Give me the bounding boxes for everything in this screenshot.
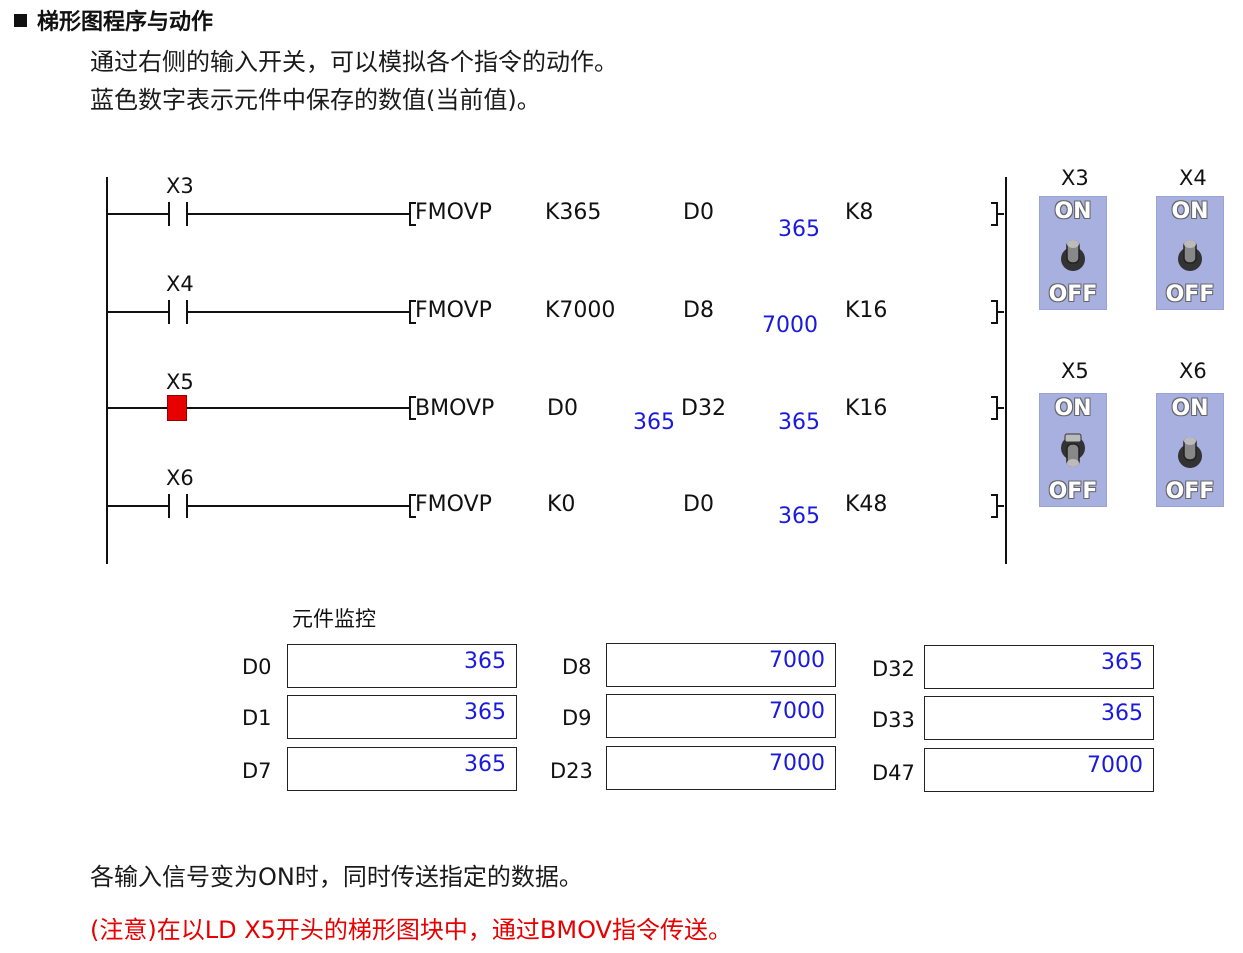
square-bullet-icon: [14, 14, 27, 27]
wire: [107, 311, 169, 313]
operand-2-value: 365: [778, 217, 820, 242]
operand-1-value: 365: [633, 410, 675, 435]
instruction-bracket-right: [991, 300, 1004, 324]
operand-2: D32: [681, 396, 726, 421]
contact-label: X4: [166, 272, 194, 296]
switch-on-label: ON: [1171, 396, 1209, 421]
section-title: 梯形图程序与动作: [14, 4, 213, 36]
right-power-rail: [1005, 177, 1007, 564]
operand-1: K7000: [545, 298, 616, 323]
operand-1: D0: [547, 396, 578, 421]
switch-on-label: ON: [1054, 199, 1092, 224]
contact-x3: [168, 202, 170, 226]
monitor-device-label: D47: [872, 761, 915, 785]
operand-3: K16: [845, 396, 888, 421]
switch-off-label: OFF: [1048, 282, 1098, 307]
monitor-value-box: 365: [287, 747, 517, 791]
instruction-bracket-right: [991, 396, 1004, 420]
contact-x5-energized: [167, 395, 187, 421]
wire: [187, 505, 409, 507]
switch-label-x5: X5: [1061, 359, 1089, 383]
switch-label-x4: X4: [1179, 166, 1207, 190]
toggle-down-icon: [1061, 433, 1085, 467]
section-title-text: 梯形图程序与动作: [37, 10, 214, 35]
toggle-up-icon: [1061, 240, 1085, 271]
monitor-device-label: D7: [242, 759, 272, 783]
toggle-up-icon: [1178, 240, 1202, 271]
monitor-title: 元件监控: [292, 607, 376, 631]
operand-2: D0: [683, 492, 714, 517]
operand-2: D8: [683, 298, 714, 323]
operand-2-value: 365: [778, 410, 820, 435]
switch-off-label: OFF: [1165, 479, 1215, 504]
instruction-name: FMOVP: [415, 200, 492, 225]
instruction-bracket-right: [991, 202, 1004, 226]
instruction-bracket-right: [991, 494, 1004, 518]
note-line-1: 各输入信号变为ON时，同时传送指定的数据。: [90, 863, 583, 891]
monitor-device-label: D1: [242, 706, 272, 730]
operand-2: D0: [683, 200, 714, 225]
wire: [187, 407, 409, 409]
operand-3: K8: [845, 200, 874, 225]
switch-off-label: OFF: [1165, 282, 1215, 307]
switch-on-label: ON: [1054, 396, 1092, 421]
monitor-device-label: D9: [562, 706, 592, 730]
instruction-name: FMOVP: [415, 492, 492, 517]
instruction-name: FMOVP: [415, 298, 492, 323]
switch-x3[interactable]: ON OFF: [1039, 196, 1107, 310]
monitor-device-label: D8: [562, 655, 592, 679]
toggle-up-icon: [1178, 437, 1202, 468]
contact-x6: [168, 494, 170, 518]
contact-label: X5: [166, 370, 194, 394]
monitor-device-label: D32: [872, 657, 915, 681]
contact-label: X6: [166, 466, 194, 490]
operand-1: K0: [547, 492, 576, 517]
switch-label-x3: X3: [1061, 166, 1089, 190]
monitor-value-box: 365: [287, 695, 517, 739]
monitor-value-box: 365: [924, 696, 1154, 740]
operand-2-value: 7000: [762, 313, 818, 338]
switch-x6[interactable]: ON OFF: [1156, 393, 1224, 507]
monitor-value-box: 365: [924, 645, 1154, 689]
monitor-value-box: 365: [287, 644, 517, 688]
monitor-device-label: D0: [242, 655, 272, 679]
operand-2-value: 365: [778, 504, 820, 529]
monitor-device-label: D23: [550, 759, 593, 783]
instruction-name: BMOVP: [415, 396, 495, 421]
wire: [107, 505, 169, 507]
operand-3: K48: [845, 492, 888, 517]
switch-x4[interactable]: ON OFF: [1156, 196, 1224, 310]
note-line-2-warning: (注意)在以LD X5开头的梯形图块中，通过BMOV指令传送。: [90, 916, 732, 944]
operand-1: K365: [545, 200, 602, 225]
monitor-value-box: 7000: [924, 748, 1154, 792]
switch-off-label: OFF: [1048, 479, 1098, 504]
wire: [107, 407, 169, 409]
description-line-1: 通过右侧的输入开关，可以模拟各个指令的动作。: [90, 48, 618, 76]
monitor-value-box: 7000: [606, 643, 836, 687]
description-line-2: 蓝色数字表示元件中保存的数值(当前值)。: [90, 86, 541, 114]
switch-x5[interactable]: ON OFF: [1039, 393, 1107, 507]
wire: [187, 311, 409, 313]
operand-3: K16: [845, 298, 888, 323]
contact-label: X3: [166, 174, 194, 198]
switch-label-x6: X6: [1179, 359, 1207, 383]
monitor-device-label: D33: [872, 708, 915, 732]
contact-x4: [168, 300, 170, 324]
switch-on-label: ON: [1171, 199, 1209, 224]
wire: [107, 213, 169, 215]
wire: [187, 213, 409, 215]
monitor-value-box: 7000: [606, 746, 836, 790]
monitor-value-box: 7000: [606, 694, 836, 738]
